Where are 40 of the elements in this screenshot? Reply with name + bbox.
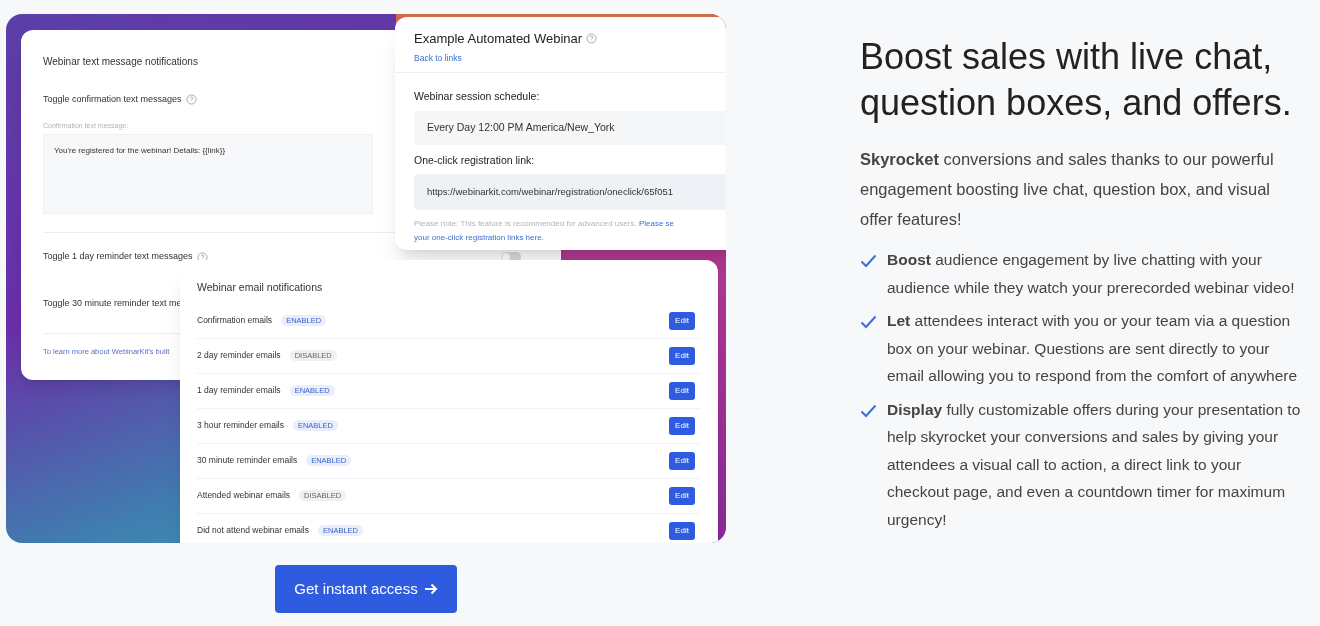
message-field[interactable]: You're registered for the webinar! Details: {{link}} [43, 134, 373, 214]
get-access-button[interactable]: Get instant access [275, 565, 457, 613]
help-icon [586, 33, 598, 45]
email-label: Did not attend webinar emails [197, 524, 309, 538]
card-title: Webinar email notifications [197, 280, 324, 295]
email-label: Confirmation emails [197, 314, 273, 328]
arrow-right-icon [423, 583, 438, 595]
email-label: 2 day reminder emails [197, 349, 281, 363]
email-label: 3 hour reminder emails [197, 419, 284, 433]
edit-button[interactable]: Edit [669, 521, 695, 540]
edit-button[interactable]: Edit [669, 311, 695, 330]
edit-button[interactable]: Edit [669, 346, 695, 365]
help-icon [196, 251, 208, 263]
email-label: 1 day reminder emails [197, 384, 281, 398]
intro-text: Skyrocket conversions and sales thanks to our powerful engagement boosting live chat, question box, and visual offer features! [860, 149, 1275, 230]
help-icon [185, 94, 197, 106]
heading: Boost sales with live chat, question boxes, and offers. [860, 35, 1293, 125]
toggle-label: Toggle confirmation text messages [43, 93, 182, 106]
check-icon [860, 403, 877, 418]
schedule-field[interactable]: Every Day 12:00 PM America/New_York [414, 111, 726, 145]
field-label: One-click registration link: [414, 153, 536, 168]
back-link[interactable]: Back to links [414, 51, 726, 65]
feature-text: Boost audience engagement by live chatting with your audience while they watch your prerecorded webinar video! [887, 250, 1296, 298]
check-icon [860, 315, 877, 329]
edit-button[interactable]: Edit [669, 451, 695, 470]
registration-link-field[interactable]: https://webinarkit.com/webinar/registration/oneclick/65f051 [414, 173, 726, 210]
card-title: Webinar text message notifications [43, 55, 198, 69]
email-label: Attended webinar emails [197, 489, 291, 503]
email-label: 30 minute reminder emails [197, 454, 298, 468]
edit-button[interactable]: Edit [669, 486, 695, 505]
toggle-label: Toggle 1 day reminder text messages [43, 250, 193, 264]
field-label: Webinar session schedule: [414, 89, 541, 105]
note-text: Please note: This feature is recommended for advanced users. [414, 218, 637, 228]
edit-button[interactable]: Edit [669, 416, 695, 435]
check-icon [860, 254, 877, 268]
webinar-title: Example Automated Webinar [414, 30, 583, 48]
edit-button[interactable]: Edit [669, 381, 695, 400]
note-link[interactable]: your one-click registration links here. [414, 230, 544, 245]
feature-text: Display fully customizable offers during your presentation to help skyrocket your conversions and sales by giving your attendees a visual call to action, a direct link to your checkout page, and even a countdown timer for maximum urgency! [887, 399, 1302, 530]
note-link[interactable]: Please se [638, 218, 674, 228]
